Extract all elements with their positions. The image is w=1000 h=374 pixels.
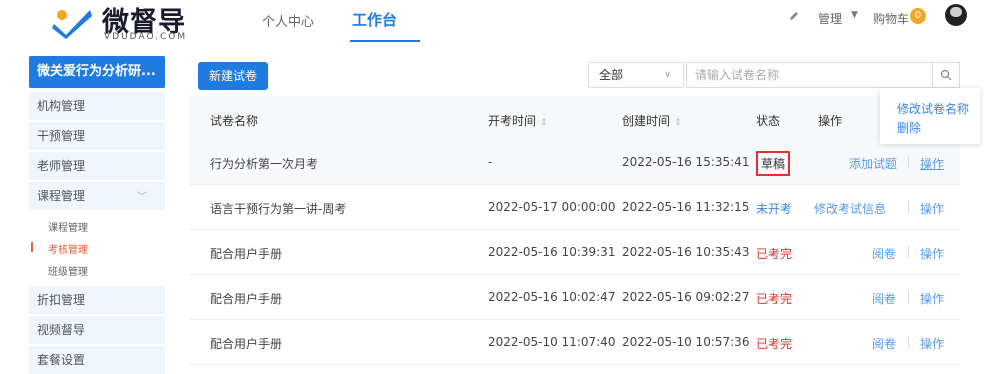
divider xyxy=(908,336,909,348)
exam-start-time: 2022-05-16 10:39:31 xyxy=(488,245,616,259)
search-button[interactable] xyxy=(932,62,960,88)
col-status: 状态 xyxy=(756,114,781,128)
exam-name: 行为分析第一次月考 xyxy=(210,157,319,171)
table-row[interactable]: 行为分析第一次月考 - 2022-05-16 15:35:41 草稿 添加试题 … xyxy=(190,141,960,185)
exam-created-time: 2022-05-16 09:02:27 xyxy=(622,290,750,304)
status-badge: 已考完 xyxy=(756,337,793,351)
chevron-up-icon[interactable]: ﹀ xyxy=(137,188,147,203)
table-row[interactable]: 语言干预行为第一讲-周考 2022-05-17 00:00:00 2022-05… xyxy=(190,186,960,230)
search-input[interactable]: 请输入试卷名称 xyxy=(686,62,932,88)
table-row[interactable]: 配合用户手册 2022-05-10 11:07:40 2022-05-10 10… xyxy=(190,321,960,365)
sidebar-sub-course[interactable]: 课程管理 xyxy=(48,219,88,234)
table-row[interactable]: 配合用户手册 2022-05-16 10:02:47 2022-05-16 09… xyxy=(190,276,960,320)
chevron-down-icon: ∨ xyxy=(664,70,671,80)
operate-link[interactable]: 操作 xyxy=(920,200,944,217)
exam-created-time: 2022-05-16 11:32:15 xyxy=(622,200,750,214)
exam-name: 语言干预行为第一讲-周考 xyxy=(210,202,347,216)
sidebar-item-org[interactable]: 机构管理 xyxy=(29,92,165,120)
grade-link[interactable]: 阅卷 xyxy=(872,245,896,262)
sidebar-item-intervention[interactable]: 干预管理 xyxy=(29,122,165,150)
edit-exam-info-link[interactable]: 修改考试信息 xyxy=(814,200,886,217)
col-name: 试卷名称 xyxy=(210,114,259,128)
top-header: 微督导 VDUDAO.COM 个人中心 工作台 管理 ▼ 购物车 0 xyxy=(0,0,1000,46)
nav-personal-center[interactable]: 个人中心 xyxy=(262,11,314,30)
sidebar: 微关爱行为分析研... 机构管理 干预管理 老师管理 课程管理 ﹀ 课程管理 考… xyxy=(0,54,166,374)
status-badge: 已考完 xyxy=(756,292,793,306)
org-selector[interactable]: 微关爱行为分析研... xyxy=(29,56,165,88)
brand-logo-icon xyxy=(52,10,92,39)
active-indicator xyxy=(31,242,33,252)
status-badge: 已考完 xyxy=(756,247,793,261)
col-created-label: 创建时间 xyxy=(622,114,671,128)
cart-link[interactable]: 购物车 xyxy=(873,10,909,27)
sidebar-sub-class[interactable]: 班级管理 xyxy=(48,263,88,278)
pencil-icon[interactable] xyxy=(788,10,800,22)
manage-menu[interactable]: 管理 xyxy=(818,10,842,27)
col-created[interactable]: 创建时间 ⇕ xyxy=(622,112,682,129)
nav-active-indicator xyxy=(350,40,420,42)
delete-option[interactable]: 删除 xyxy=(897,119,921,136)
brand-logo[interactable]: 微督导 VDUDAO.COM xyxy=(50,2,200,44)
add-question-link[interactable]: 添加试题 xyxy=(849,155,897,172)
col-start[interactable]: 开考时间 ⇕ xyxy=(488,112,548,129)
exam-start-time: 2022-05-16 10:02:47 xyxy=(488,290,616,304)
exam-created-time: 2022-05-16 10:35:43 xyxy=(622,245,750,259)
exam-name: 配合用户手册 xyxy=(210,247,283,261)
table-row[interactable]: 配合用户手册 2022-05-16 10:39:31 2022-05-16 10… xyxy=(190,231,960,275)
grade-link[interactable]: 阅卷 xyxy=(872,335,896,352)
sidebar-item-label: 课程管理 xyxy=(37,189,86,203)
rename-exam-option[interactable]: 修改试卷名称 xyxy=(897,100,969,117)
operate-link[interactable]: 操作 xyxy=(920,290,944,307)
sidebar-item-video[interactable]: 视频督导 xyxy=(29,316,165,344)
exam-name: 配合用户手册 xyxy=(210,337,283,351)
exam-name: 配合用户手册 xyxy=(210,292,283,306)
exam-created-time: 2022-05-16 15:35:41 xyxy=(622,155,750,169)
avatar[interactable] xyxy=(945,4,967,26)
exam-created-time: 2022-05-10 10:57:36 xyxy=(622,335,750,349)
divider xyxy=(908,246,909,258)
col-action: 操作 xyxy=(818,114,843,128)
sidebar-item-teacher[interactable]: 老师管理 xyxy=(29,152,165,180)
cart-count-badge: 0 xyxy=(910,8,926,24)
divider xyxy=(908,201,909,213)
grade-link[interactable]: 阅卷 xyxy=(872,290,896,307)
sidebar-item-package[interactable]: 套餐设置 xyxy=(29,346,165,374)
exam-start-time: 2022-05-10 11:07:40 xyxy=(488,335,616,349)
chevron-down-icon[interactable]: ▼ xyxy=(851,10,858,20)
search-icon xyxy=(940,69,952,81)
status-badge: 未开考 xyxy=(756,202,793,216)
sidebar-sub-exam[interactable]: 考核管理 xyxy=(48,241,88,256)
operate-link[interactable]: 操作 xyxy=(920,245,944,262)
divider xyxy=(908,156,909,168)
status-badge: 草稿 xyxy=(756,151,791,176)
exam-start-time: 2022-05-17 00:00:00 xyxy=(488,200,616,214)
divider xyxy=(908,291,909,303)
new-exam-button[interactable]: 新建试卷 xyxy=(198,62,268,90)
operation-popover: 修改试卷名称 删除 xyxy=(880,88,980,144)
operate-link[interactable]: 操作 xyxy=(920,335,944,352)
sort-icon[interactable]: ⇕ xyxy=(674,118,682,128)
sort-icon[interactable]: ⇕ xyxy=(540,118,548,128)
status-filter-select[interactable]: 全部 ∨ xyxy=(588,62,684,88)
table-header: 试卷名称 开考时间 ⇕ 创建时间 ⇕ 状态 操作 xyxy=(190,96,960,141)
filter-value: 全部 xyxy=(599,68,624,82)
exam-start-time: - xyxy=(488,155,493,169)
sidebar-item-discount[interactable]: 折扣管理 xyxy=(29,286,165,314)
brand-domain: VDUDAO.COM xyxy=(104,32,188,42)
col-start-label: 开考时间 xyxy=(488,114,537,128)
nav-workbench[interactable]: 工作台 xyxy=(352,9,397,30)
operate-link[interactable]: 操作 xyxy=(920,155,944,172)
